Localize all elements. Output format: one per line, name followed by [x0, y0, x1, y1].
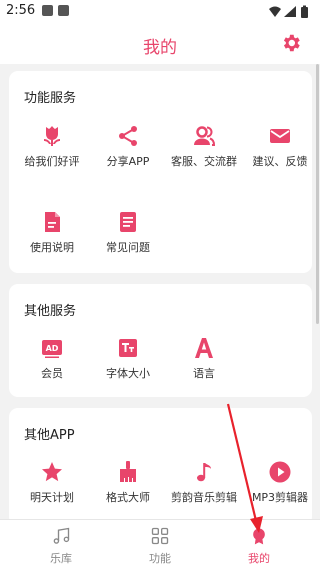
star-icon [42, 462, 62, 482]
rate-us-item[interactable]: 给我们好评 [14, 124, 90, 170]
section-title: 功能服务 [24, 91, 77, 106]
font-size-item[interactable]: 字体大小 [90, 336, 166, 382]
gear-icon[interactable] [280, 32, 302, 54]
battery-icon [301, 5, 308, 18]
svg-text:AD: AD [46, 344, 59, 353]
ad-icon: AD [42, 340, 62, 358]
share-icon [119, 126, 137, 146]
play-circle-icon [269, 461, 291, 483]
app-music-cutter[interactable]: 剪韵音乐剪辑 [166, 460, 242, 506]
tab-label: 功能 [149, 552, 171, 565]
music-library-icon [53, 527, 70, 544]
section-other-services: 其他服务 AD 会员 字体大小 语言 [9, 284, 312, 397]
signal-icon [284, 6, 296, 17]
app-format-master[interactable]: 格式大师 [90, 460, 166, 506]
brush-icon [120, 461, 136, 482]
item-label: 给我们好评 [24, 155, 80, 168]
item-label: 明天计划 [30, 491, 74, 504]
status-time: 2:56 [6, 3, 36, 18]
tab-mine[interactable]: 我的 [206, 520, 312, 569]
scrollbar[interactable] [316, 64, 319, 324]
app-mp3-editor[interactable]: MP3剪辑器 [242, 460, 318, 506]
page-title: 我的 [143, 38, 177, 58]
membership-item[interactable]: AD 会员 [14, 336, 90, 382]
title-bar: 我的 [0, 24, 320, 64]
wifi-icon [269, 6, 281, 17]
item-label: 建议、反馈 [252, 155, 308, 168]
section-title: 其他APP [24, 428, 75, 443]
tab-music-library[interactable]: 乐库 [8, 520, 114, 569]
system-icons [268, 4, 314, 23]
item-label: 分享APP [106, 155, 150, 168]
item-label: 会员 [41, 367, 63, 380]
user-guide-item[interactable]: 使用说明 [14, 210, 90, 256]
profile-icon [253, 528, 265, 545]
tab-label: 乐库 [50, 552, 72, 565]
item-label: 字体大小 [106, 367, 150, 380]
status-bar: 2:56 [0, 0, 320, 24]
language-item[interactable]: 语言 [166, 336, 242, 382]
tab-functions[interactable]: 功能 [107, 520, 213, 569]
item-label: 格式大师 [106, 491, 150, 504]
share-app-item[interactable]: 分享APP [90, 124, 166, 170]
notification-icon [58, 5, 69, 16]
bottom-nav: 乐库 功能 我的 [0, 519, 320, 569]
list-document-icon [120, 212, 136, 232]
section-other-apps: 其他APP 明天计划 格式大师 剪韵音乐剪辑 MP3剪辑器 [9, 408, 312, 526]
grid-icon [151, 527, 169, 545]
item-label: 使用说明 [30, 241, 74, 254]
item-label: 客服、交流群 [171, 155, 237, 168]
text-size-icon [119, 339, 137, 357]
tulip-icon [44, 126, 60, 146]
tab-label: 我的 [248, 552, 270, 565]
feedback-item[interactable]: 建议、反馈 [242, 124, 318, 170]
customer-service-item[interactable]: 客服、交流群 [166, 124, 242, 170]
section-function-services: 功能服务 给我们好评 分享APP 客服、交流群 建议、反馈 使用说明 常见问题 [9, 71, 312, 273]
item-label: MP3剪辑器 [251, 491, 309, 504]
mail-icon [270, 129, 290, 143]
app-tomorrow-plan[interactable]: 明天计划 [14, 460, 90, 506]
music-note-icon [197, 463, 211, 482]
item-label: 语言 [193, 367, 215, 380]
item-label: 剪韵音乐剪辑 [171, 491, 237, 504]
faq-item[interactable]: 常见问题 [90, 210, 166, 256]
document-icon [45, 212, 60, 232]
users-icon [194, 126, 216, 146]
section-title: 其他服务 [24, 304, 77, 319]
notification-icon [42, 5, 53, 16]
item-label: 常见问题 [106, 241, 150, 254]
letter-a-icon [195, 338, 213, 358]
